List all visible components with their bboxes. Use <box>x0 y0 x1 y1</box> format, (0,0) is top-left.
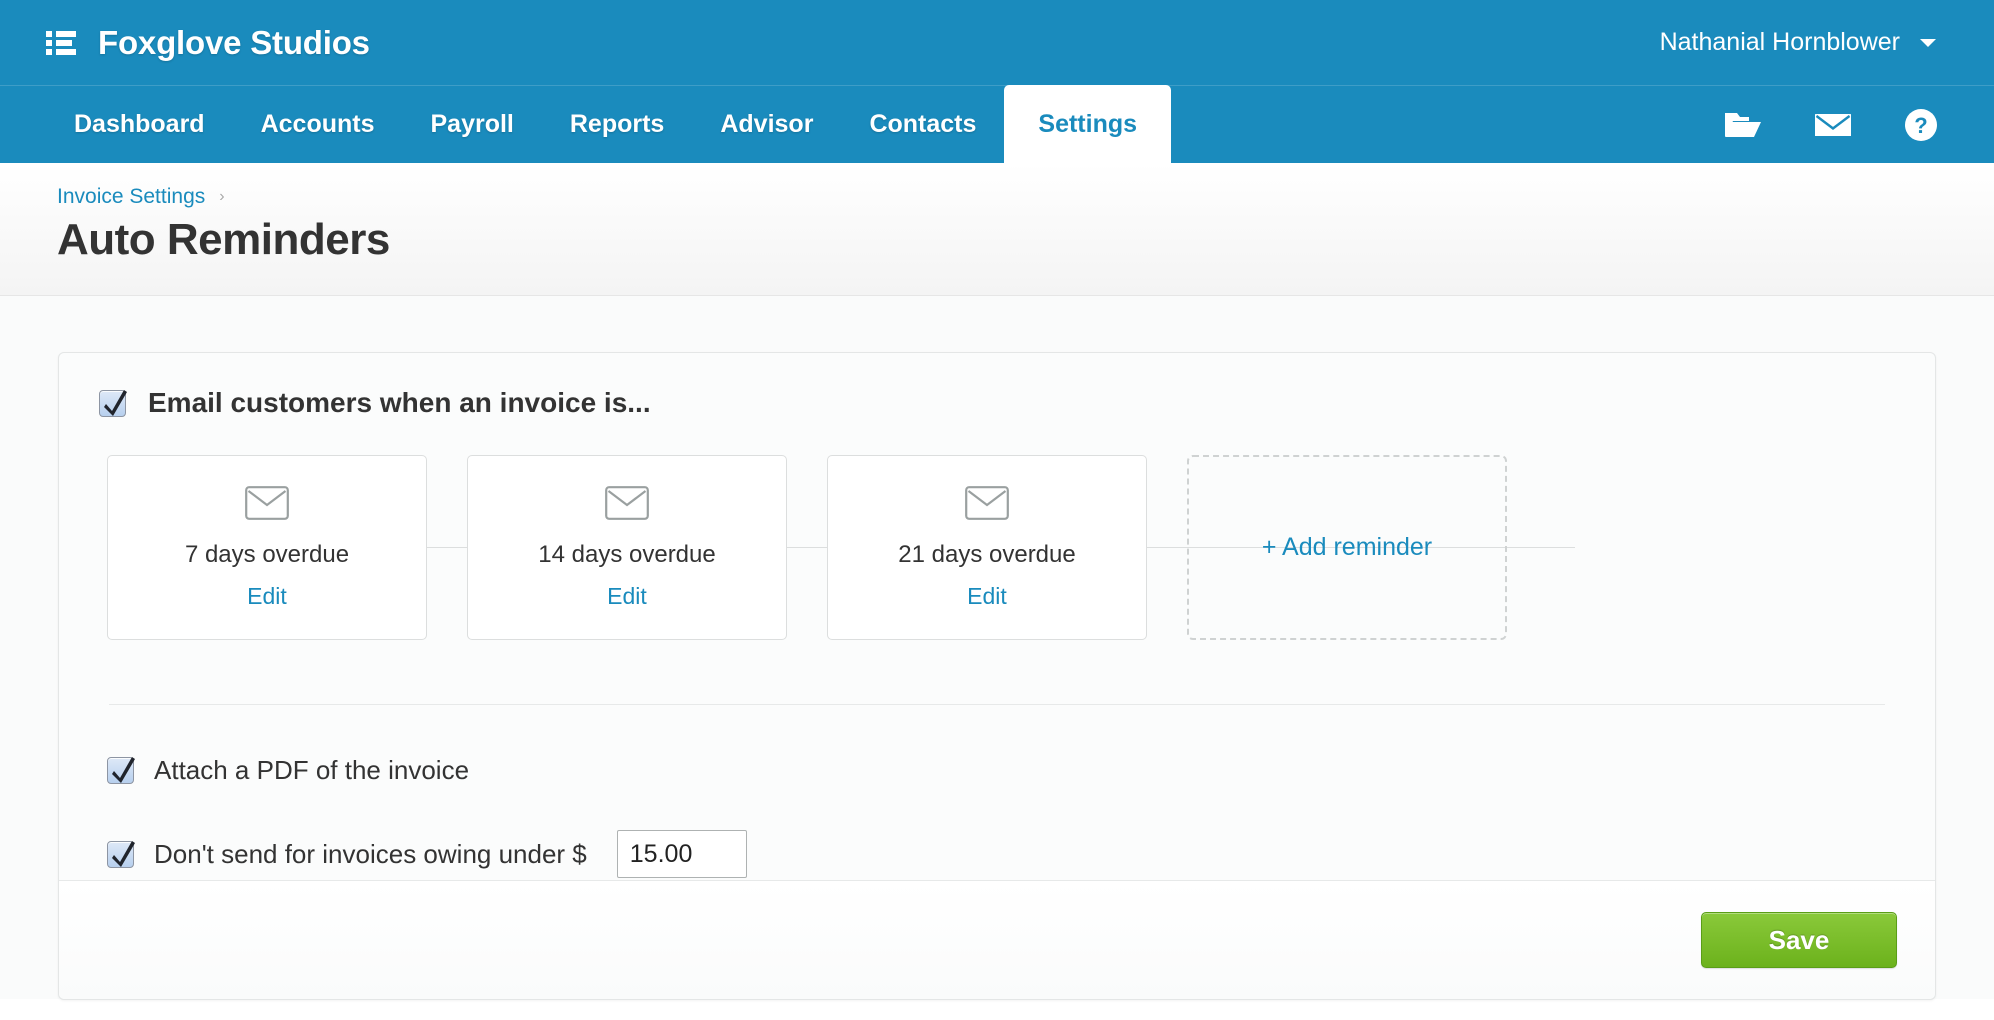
reminder-card-2[interactable]: 14 days overdue Edit <box>467 455 787 640</box>
account-menu[interactable]: Nathanial Hornblower <box>1660 0 1936 85</box>
envelope-icon[interactable] <box>1814 111 1852 139</box>
minimum-owing-checkbox[interactable] <box>107 841 134 868</box>
page-body: Email customers when an invoice is... 7 … <box>0 296 1994 999</box>
tab-advisor[interactable]: Advisor <box>692 85 841 163</box>
app-header: Foxglove Studios Nathanial Hornblower <box>0 0 1994 85</box>
reminder-label: 7 days overdue <box>185 541 349 569</box>
breadcrumb-link-invoice-settings[interactable]: Invoice Settings <box>57 185 205 209</box>
email-customers-label: Email customers when an invoice is... <box>148 387 651 419</box>
reminder-edit-link[interactable]: Edit <box>967 583 1007 610</box>
email-customers-row: Email customers when an invoice is... <box>99 387 1895 419</box>
brand[interactable]: Foxglove Studios <box>46 0 370 85</box>
nav-icon-group: ? <box>1724 86 1938 164</box>
breadcrumb: Invoice Settings › <box>57 185 1994 209</box>
attach-pdf-label: Attach a PDF of the invoice <box>154 755 469 786</box>
add-reminder-button[interactable]: + Add reminder <box>1187 455 1507 640</box>
account-name: Nathanial Hornblower <box>1660 28 1900 57</box>
page-title: Auto Reminders <box>57 215 1994 265</box>
reminder-list: 7 days overdue Edit 14 days overdue Edit <box>99 455 1895 640</box>
reminder-card-3[interactable]: 21 days overdue Edit <box>827 455 1147 640</box>
attach-pdf-checkbox[interactable] <box>107 757 134 784</box>
tab-accounts[interactable]: Accounts <box>233 85 403 163</box>
reminder-label: 21 days overdue <box>898 541 1075 569</box>
tab-dashboard[interactable]: Dashboard <box>46 85 233 163</box>
minimum-owing-input[interactable] <box>617 830 747 878</box>
chevron-down-icon <box>1920 39 1936 47</box>
page-header: Invoice Settings › Auto Reminders <box>0 163 1994 296</box>
minimum-owing-label: Don't send for invoices owing under $ <box>154 839 587 870</box>
folder-open-icon[interactable] <box>1724 110 1762 140</box>
envelope-outline-icon <box>605 486 649 525</box>
tab-reports[interactable]: Reports <box>542 85 692 163</box>
card-footer: Save <box>59 880 1935 999</box>
reminder-label: 14 days overdue <box>538 541 715 569</box>
reminder-edit-link[interactable]: Edit <box>607 583 647 610</box>
chevron-right-icon: › <box>219 189 224 205</box>
email-customers-checkbox[interactable] <box>99 390 126 417</box>
section-divider <box>109 704 1885 705</box>
svg-text:?: ? <box>1914 113 1927 138</box>
main-navigation: Dashboard Accounts Payroll Reports Advis… <box>0 85 1994 163</box>
help-circle-icon[interactable]: ? <box>1904 108 1938 142</box>
save-button[interactable]: Save <box>1701 912 1897 968</box>
tab-payroll[interactable]: Payroll <box>403 85 542 163</box>
tab-contacts[interactable]: Contacts <box>841 85 1004 163</box>
card-body: Email customers when an invoice is... 7 … <box>59 353 1935 878</box>
reminder-card-1[interactable]: 7 days overdue Edit <box>107 455 427 640</box>
reminder-edit-link[interactable]: Edit <box>247 583 287 610</box>
minimum-owing-row: Don't send for invoices owing under $ <box>99 830 1895 878</box>
attach-pdf-row: Attach a PDF of the invoice <box>99 755 1895 786</box>
envelope-outline-icon <box>965 486 1009 525</box>
list-icon <box>46 30 76 56</box>
tab-settings[interactable]: Settings <box>1004 85 1171 163</box>
envelope-outline-icon <box>245 486 289 525</box>
auto-reminders-card: Email customers when an invoice is... 7 … <box>58 352 1936 1000</box>
nav-tab-list: Dashboard Accounts Payroll Reports Advis… <box>46 85 1171 163</box>
brand-name: Foxglove Studios <box>98 24 370 62</box>
